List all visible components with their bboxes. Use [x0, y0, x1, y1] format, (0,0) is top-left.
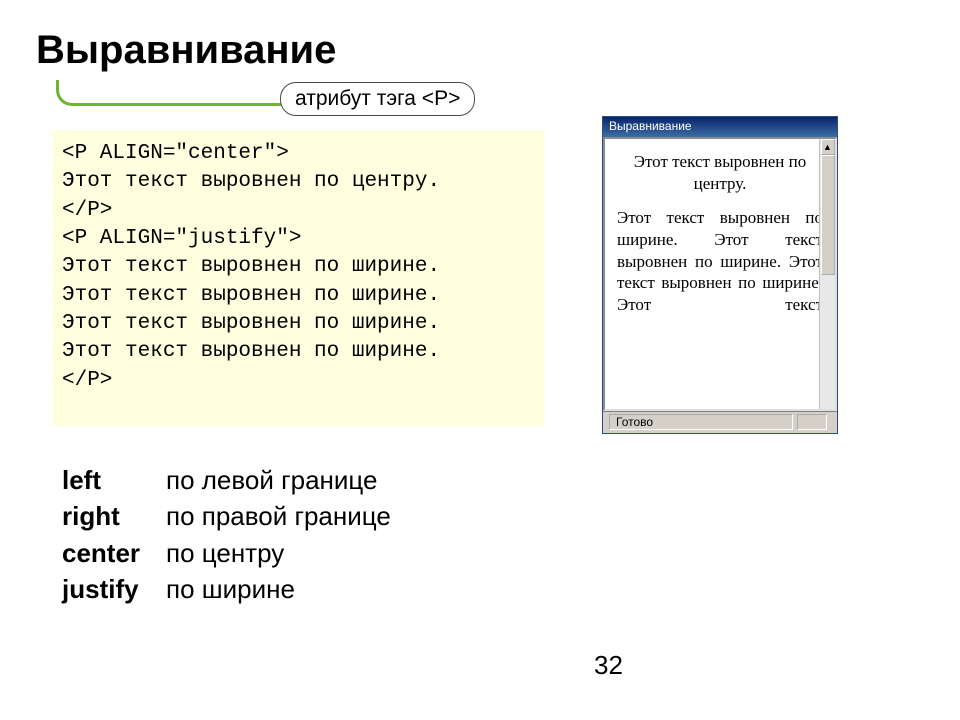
- alignment-legend: left по левой границе right по правой гр…: [62, 462, 391, 608]
- legend-row-justify: justify по ширине: [62, 571, 391, 607]
- browser-preview: Выравнивание Этот текст выровнен по цент…: [602, 116, 838, 434]
- legend-desc: по ширине: [166, 571, 295, 607]
- legend-key: right: [62, 498, 166, 534]
- legend-desc: по левой границе: [166, 462, 377, 498]
- justified-text: Этот текст выровнен по ширине. Этот текс…: [605, 203, 835, 316]
- browser-viewport: Этот текст выровнен по центру. Этот текс…: [603, 137, 837, 411]
- slide-title: Выравнивание: [36, 28, 336, 73]
- page-number: 32: [594, 650, 623, 681]
- legend-row-center: center по центру: [62, 535, 391, 571]
- scrollbar[interactable]: ▲: [819, 139, 835, 409]
- scroll-up-button[interactable]: ▲: [821, 139, 835, 155]
- legend-desc: по правой границе: [166, 498, 391, 534]
- legend-row-left: left по левой границе: [62, 462, 391, 498]
- title-underline: [56, 80, 286, 106]
- code-example: <P ALIGN="center"> Этот текст выровнен п…: [52, 130, 544, 426]
- status-text: Готово: [609, 414, 793, 430]
- browser-statusbar: Готово: [603, 411, 837, 431]
- status-cell-2: [797, 414, 827, 430]
- legend-key: justify: [62, 571, 166, 607]
- scroll-thumb[interactable]: [821, 155, 835, 275]
- attribute-badge: атрибут тэга <P>: [280, 82, 475, 116]
- browser-titlebar: Выравнивание: [603, 117, 837, 137]
- centered-text: Этот текст выровнен по центру.: [605, 139, 835, 203]
- legend-desc: по центру: [166, 535, 284, 571]
- legend-key: center: [62, 535, 166, 571]
- legend-key: left: [62, 462, 166, 498]
- legend-row-right: right по правой границе: [62, 498, 391, 534]
